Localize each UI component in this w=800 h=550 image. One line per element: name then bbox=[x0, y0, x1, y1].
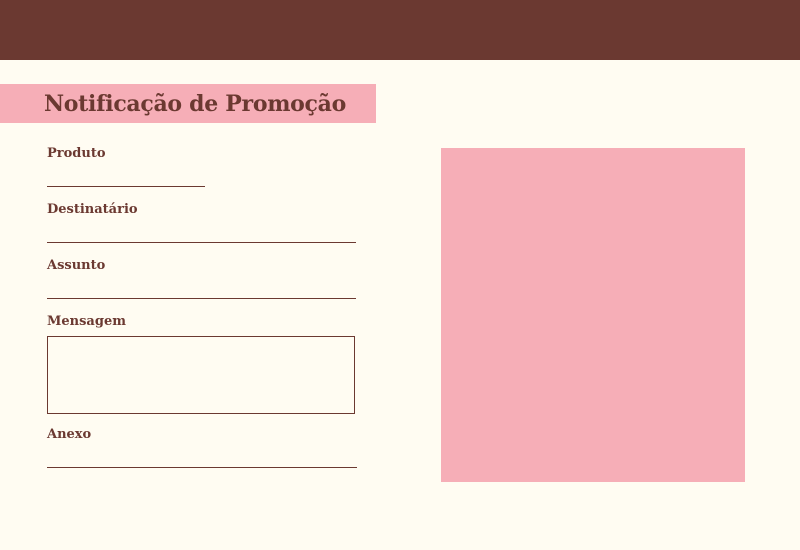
product-field[interactable] bbox=[47, 172, 205, 187]
promotion-image-placeholder bbox=[441, 148, 745, 482]
subject-field[interactable] bbox=[47, 284, 356, 299]
top-header-bar bbox=[0, 0, 800, 60]
message-label: Mensagem bbox=[47, 314, 126, 329]
attachment-label: Anexo bbox=[47, 427, 92, 442]
recipient-field[interactable] bbox=[47, 228, 356, 243]
message-textarea[interactable] bbox=[47, 336, 355, 414]
page-title: Notificação de Promoção bbox=[44, 91, 346, 117]
recipient-label: Destinatário bbox=[47, 202, 138, 217]
subject-label: Assunto bbox=[47, 258, 106, 273]
title-banner: Notificação de Promoção bbox=[0, 84, 376, 123]
attachment-field[interactable] bbox=[47, 453, 357, 468]
product-label: Produto bbox=[47, 146, 106, 161]
